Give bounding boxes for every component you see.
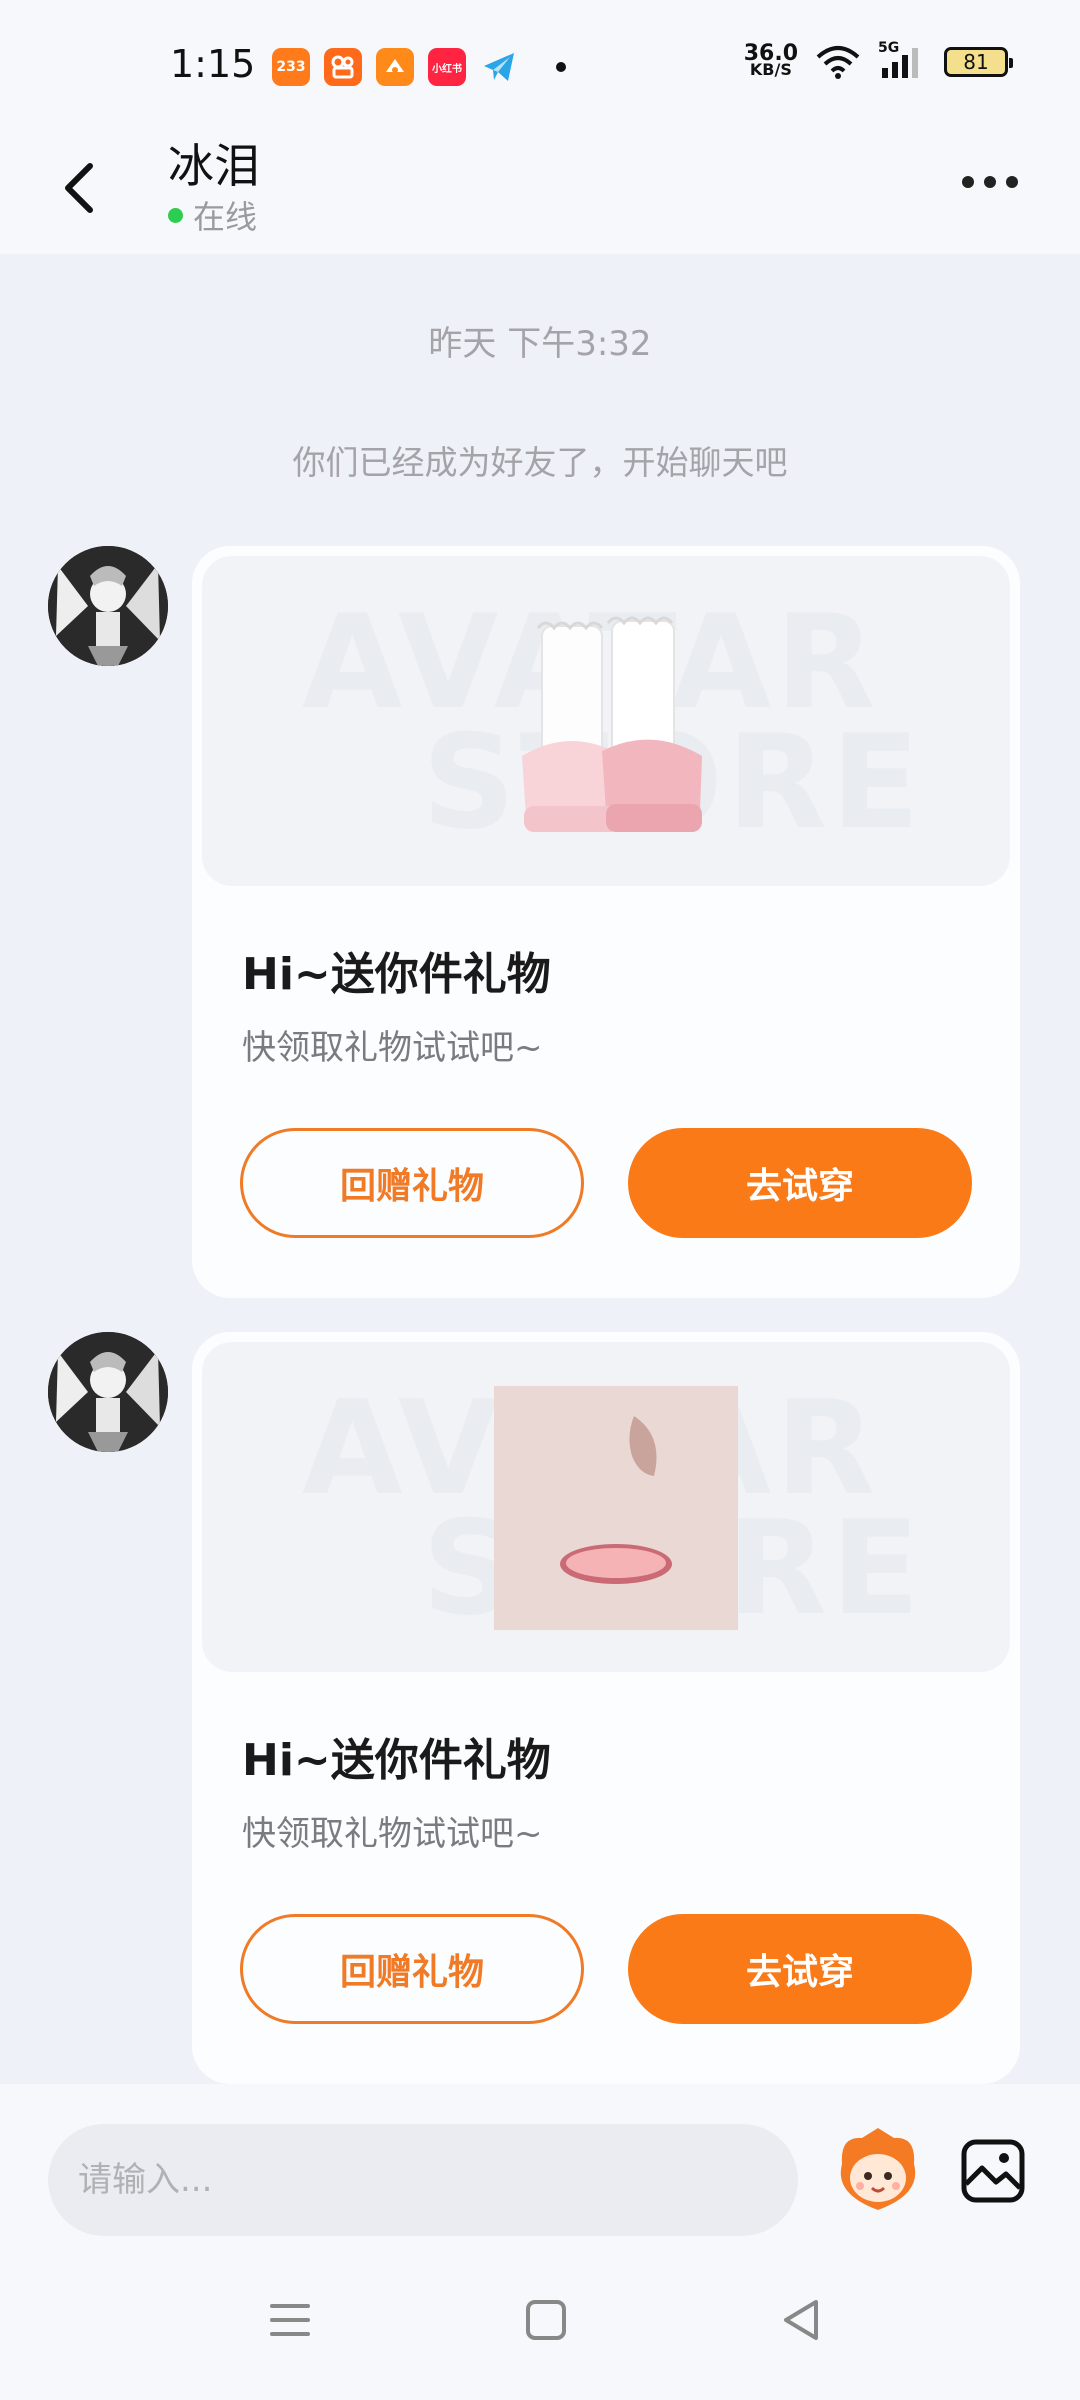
app-xiaohongshu-icon: 小红书 bbox=[428, 48, 466, 86]
back-arrow-icon[interactable] bbox=[56, 152, 106, 222]
chat-header: 冰泪 在线 bbox=[0, 130, 1080, 254]
chat-area[interactable]: 昨天 下午3:32 你们已经成为好友了，开始聊天吧 AVATAR STORE bbox=[0, 254, 1080, 2084]
sender-avatar[interactable] bbox=[48, 546, 168, 666]
battery-icon: 81 bbox=[944, 47, 1013, 77]
gift-card: AVATAR STORE Hi~送你件礼物 快领取礼物试试吧~ 回赠礼物 去试穿 bbox=[192, 546, 1020, 1298]
status-indicators: 36.0 KB/S 5G 81 bbox=[743, 40, 1013, 80]
return-gift-button[interactable]: 回赠礼物 bbox=[240, 1128, 584, 1238]
try-on-button[interactable]: 去试穿 bbox=[628, 1128, 972, 1238]
shoes-item-image bbox=[522, 616, 702, 832]
gift-preview-image[interactable]: AVATAR STORE bbox=[202, 556, 1010, 886]
message-input[interactable] bbox=[48, 2124, 798, 2236]
contact-name: 冰泪 bbox=[168, 139, 260, 193]
gift-card: AVATAR STORE Hi~送你件礼物 快领取礼物试试吧~ 回赠礼物 去试穿 bbox=[192, 1332, 1020, 2084]
emoji-sticker-icon[interactable] bbox=[832, 2124, 924, 2216]
gift-card-title: Hi~送你件礼物 bbox=[242, 949, 551, 1000]
face-item-image bbox=[494, 1386, 738, 1630]
gift-card-subtitle: 快领取礼物试试吧~ bbox=[242, 1814, 543, 1854]
sender-avatar[interactable] bbox=[48, 1332, 168, 1452]
signal-icon: 5G bbox=[878, 40, 926, 80]
status-bar: 1:15 233 小红书 36.0 KB/S 5G 81 bbox=[0, 0, 1080, 130]
online-status: 在线 bbox=[168, 192, 257, 238]
system-message: 你们已经成为好友了，开始聊天吧 bbox=[292, 443, 788, 482]
more-options-icon[interactable] bbox=[962, 172, 1032, 192]
app-telegram-icon bbox=[480, 48, 518, 86]
message-timestamp: 昨天 下午3:32 bbox=[428, 324, 652, 364]
wifi-icon bbox=[816, 46, 860, 79]
gift-preview-image[interactable]: AVATAR STORE bbox=[202, 1342, 1010, 1672]
app-233-icon: 233 bbox=[272, 48, 310, 86]
system-nav-bar bbox=[0, 2240, 1080, 2400]
app-kuaishou-icon bbox=[324, 48, 362, 86]
return-gift-button[interactable]: 回赠礼物 bbox=[240, 1914, 584, 2024]
more-notifications-dot bbox=[556, 62, 566, 72]
status-time: 1:15 bbox=[170, 42, 256, 86]
message-input-bar bbox=[0, 2084, 1080, 2240]
gift-card-subtitle: 快领取礼物试试吧~ bbox=[242, 1028, 543, 1068]
image-picker-icon[interactable] bbox=[960, 2138, 1026, 2204]
back-nav-icon[interactable] bbox=[772, 2290, 832, 2350]
gift-card-title: Hi~送你件礼物 bbox=[242, 1735, 551, 1786]
notification-icons: 233 小红书 bbox=[272, 48, 566, 86]
online-status-text: 在线 bbox=[193, 198, 258, 236]
network-speed: 36.0 KB/S bbox=[743, 41, 798, 79]
menu-icon[interactable] bbox=[260, 2290, 320, 2350]
online-dot bbox=[168, 207, 183, 223]
app-game-icon bbox=[376, 48, 414, 86]
try-on-button[interactable]: 去试穿 bbox=[628, 1914, 972, 2024]
home-icon[interactable] bbox=[516, 2290, 576, 2350]
